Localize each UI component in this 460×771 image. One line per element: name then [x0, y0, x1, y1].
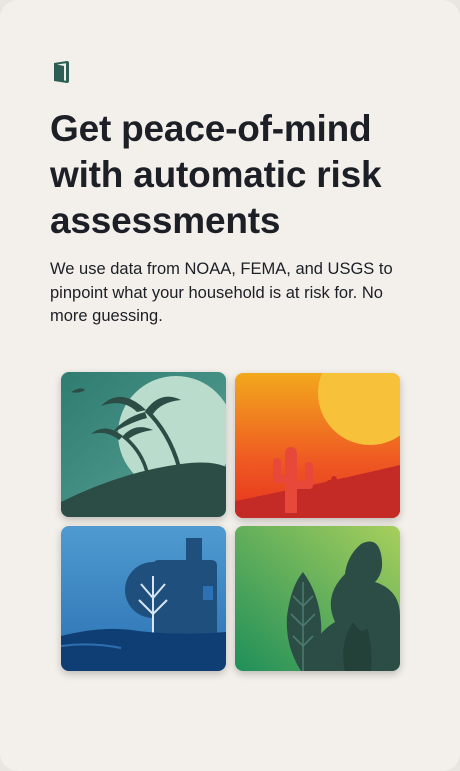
- hurricane-illustration: [61, 372, 226, 517]
- flood-illustration: [61, 526, 226, 671]
- palm-tree-wind-icon: [61, 372, 226, 517]
- house-flood-icon: [61, 526, 226, 671]
- wildfire-illustration: [235, 526, 400, 671]
- door-icon: [54, 61, 69, 83]
- leaf-flame-icon: [235, 526, 400, 671]
- page-title: Get peace-of-mind with automatic risk as…: [50, 108, 382, 241]
- onboarding-card: Get peace-of-mind with automatic risk as…: [0, 0, 460, 771]
- cactus-sun-icon: [235, 373, 400, 518]
- page-description: We use data from NOAA, FEMA, and USGS to…: [50, 260, 393, 325]
- heat-illustration: [235, 373, 400, 518]
